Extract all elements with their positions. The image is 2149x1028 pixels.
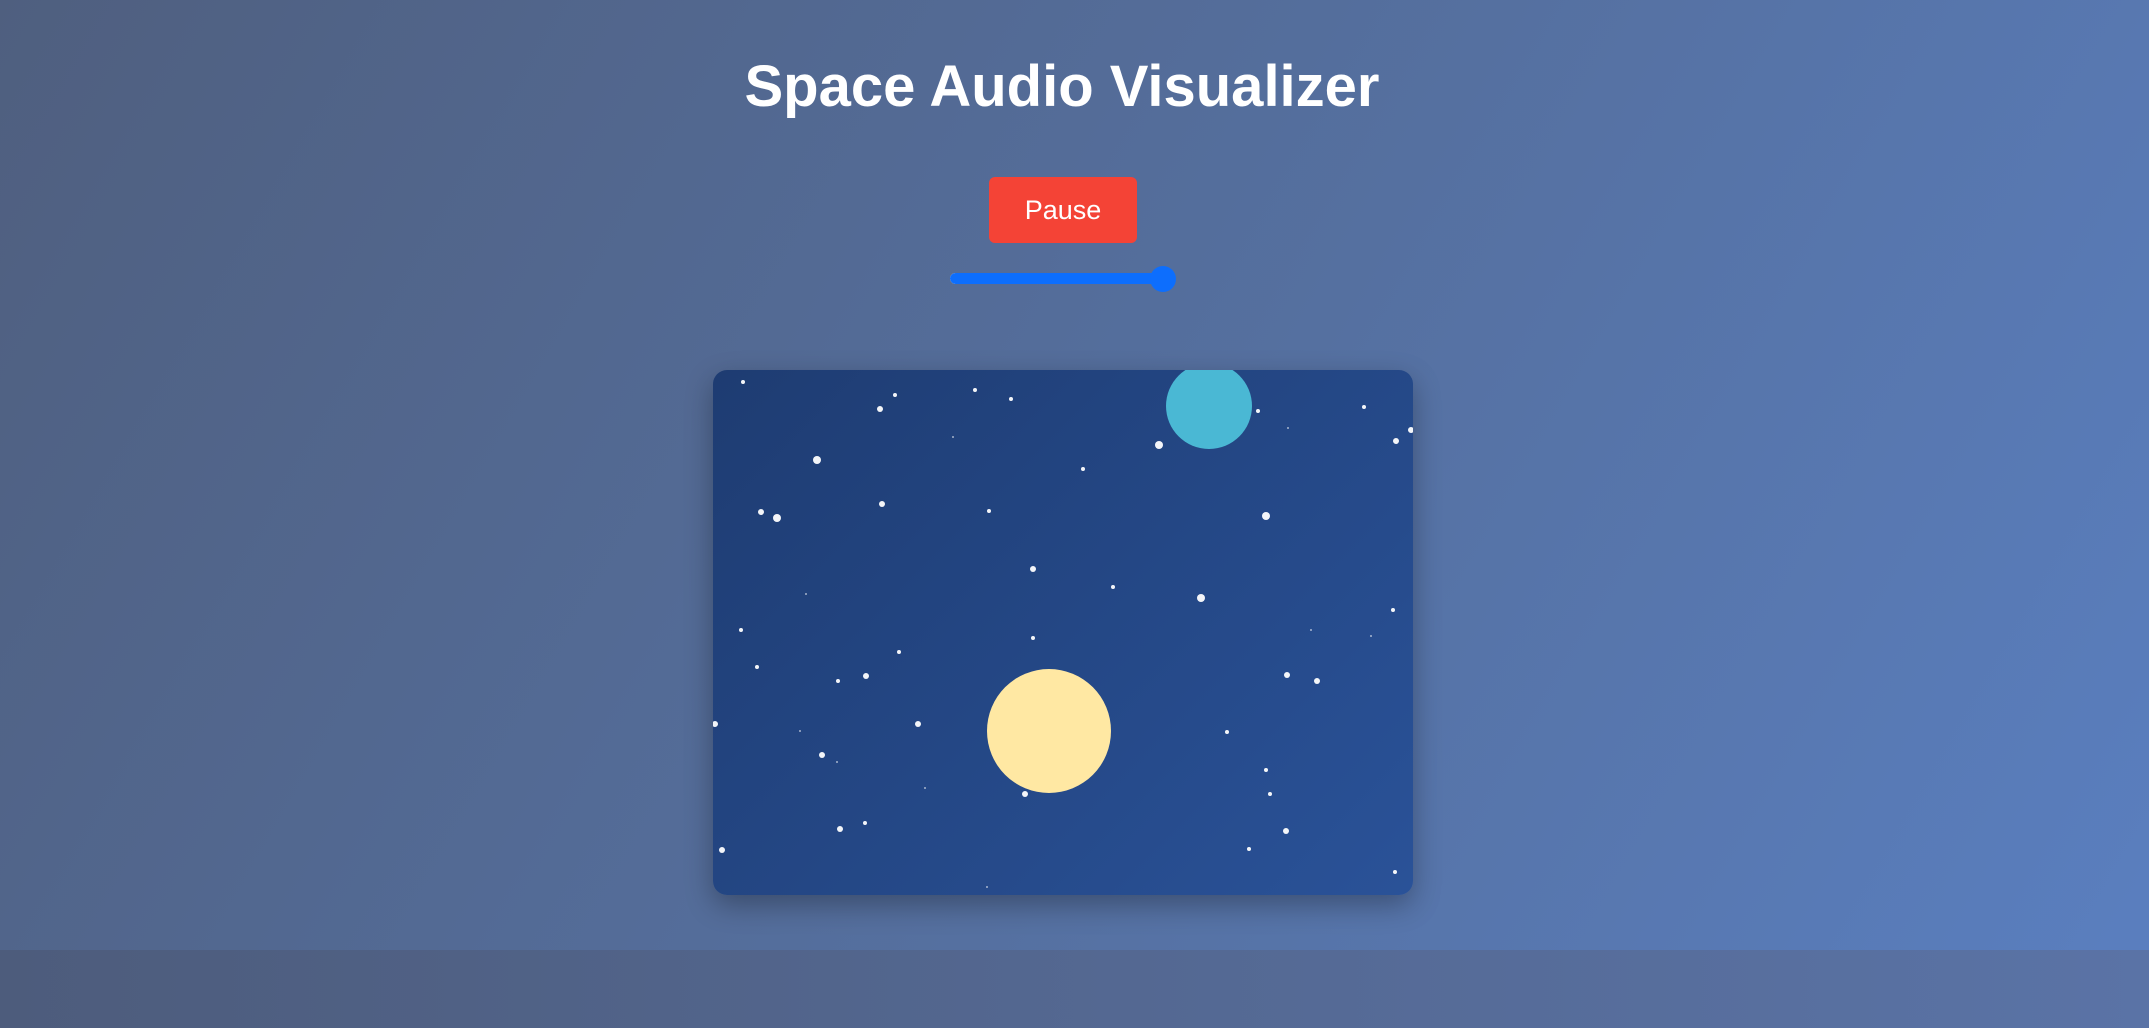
star xyxy=(1247,847,1251,851)
star xyxy=(813,456,821,464)
star xyxy=(1225,730,1229,734)
star xyxy=(973,388,977,392)
star xyxy=(1408,427,1413,433)
starfield xyxy=(713,380,1413,888)
star xyxy=(987,509,991,513)
visualizer-canvas[interactable] xyxy=(713,370,1413,895)
star xyxy=(1287,427,1289,429)
star xyxy=(924,787,926,789)
star xyxy=(893,393,897,397)
star xyxy=(897,650,901,654)
star xyxy=(1111,585,1115,589)
star xyxy=(1268,792,1272,796)
sun-planet xyxy=(987,669,1111,793)
star xyxy=(863,821,867,825)
star xyxy=(986,886,988,888)
star xyxy=(773,514,781,522)
star xyxy=(879,501,885,507)
star xyxy=(741,380,745,384)
star xyxy=(836,761,838,763)
star xyxy=(1310,629,1312,631)
volume-slider-track[interactable] xyxy=(950,273,1170,284)
star xyxy=(1256,409,1260,413)
volume-slider[interactable] xyxy=(950,264,1177,294)
star xyxy=(1264,768,1268,772)
space-scene xyxy=(713,370,1413,888)
footer-band xyxy=(0,950,2149,1028)
page-title: Space Audio Visualizer xyxy=(744,54,1380,119)
star xyxy=(819,752,825,758)
star xyxy=(805,593,807,595)
star xyxy=(1370,635,1372,637)
star xyxy=(1362,405,1366,409)
star xyxy=(1030,566,1036,572)
star xyxy=(1314,678,1320,684)
star xyxy=(719,847,725,853)
star xyxy=(1022,791,1028,797)
star xyxy=(1391,608,1395,612)
star xyxy=(1284,672,1290,678)
star xyxy=(1262,512,1270,520)
blue-planet xyxy=(1166,370,1252,449)
star xyxy=(755,665,759,669)
star xyxy=(837,826,843,832)
star xyxy=(758,509,764,515)
volume-slider-fill xyxy=(950,273,1164,284)
star xyxy=(739,628,743,632)
star xyxy=(952,436,954,438)
star xyxy=(1393,438,1399,444)
star xyxy=(713,721,718,727)
star xyxy=(863,673,869,679)
star xyxy=(1081,467,1085,471)
star xyxy=(877,406,883,412)
star xyxy=(799,730,801,732)
star xyxy=(1009,397,1013,401)
star xyxy=(1393,870,1397,874)
star xyxy=(1031,636,1035,640)
pause-button[interactable]: Pause xyxy=(989,177,1137,243)
star xyxy=(836,679,840,683)
star xyxy=(1283,828,1289,834)
volume-slider-thumb[interactable] xyxy=(1150,266,1177,292)
star xyxy=(1197,594,1205,602)
star xyxy=(915,721,921,727)
star xyxy=(1155,441,1163,449)
